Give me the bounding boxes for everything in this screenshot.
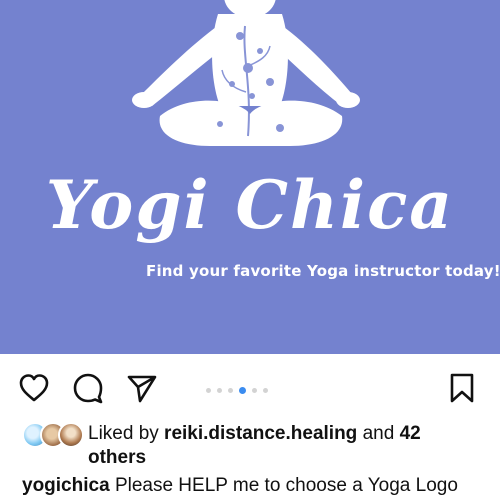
post-caption: yogichica Please HELP me to choose a Yog… (22, 474, 500, 498)
carousel-dot-active (239, 386, 246, 394)
avatar[interactable] (58, 422, 84, 448)
likes-prefix: Liked by (88, 423, 165, 444)
carousel-dot (206, 387, 211, 393)
brand-tagline: Find your favorite Yoga instructor today… (146, 262, 500, 280)
caption-text: Please HELP me to choose a Yoga Logo (114, 475, 458, 496)
likes-middle: and (357, 423, 400, 444)
post-image[interactable]: Yogi Chica Find your favorite Yoga instr… (0, 0, 500, 354)
post-action-bar (0, 362, 500, 412)
carousel-dot (252, 387, 257, 393)
comment-bubble-icon[interactable] (72, 372, 104, 404)
carousel-dot (228, 387, 233, 393)
likes-row: Liked by reiki.distance.healing and 42 ot… (22, 420, 492, 468)
meditating-woman-logo-icon (132, 0, 360, 146)
likes-count[interactable]: 42 (400, 423, 421, 444)
carousel-dot (217, 387, 222, 393)
bookmark-icon[interactable] (446, 372, 478, 404)
caption-username[interactable]: yogichica (22, 475, 110, 496)
carousel-dot (263, 387, 268, 393)
heart-icon[interactable] (18, 372, 50, 404)
paper-plane-icon[interactable] (126, 372, 158, 404)
brand-title: Yogi Chica (45, 166, 455, 244)
liker-username[interactable]: reiki.distance.healing (164, 423, 357, 444)
liker-avatars[interactable] (22, 422, 84, 448)
likes-others[interactable]: others (88, 447, 146, 468)
likes-summary[interactable]: Liked by reiki.distance.healing and 42 ot… (88, 422, 478, 470)
carousel-indicator (206, 386, 268, 394)
